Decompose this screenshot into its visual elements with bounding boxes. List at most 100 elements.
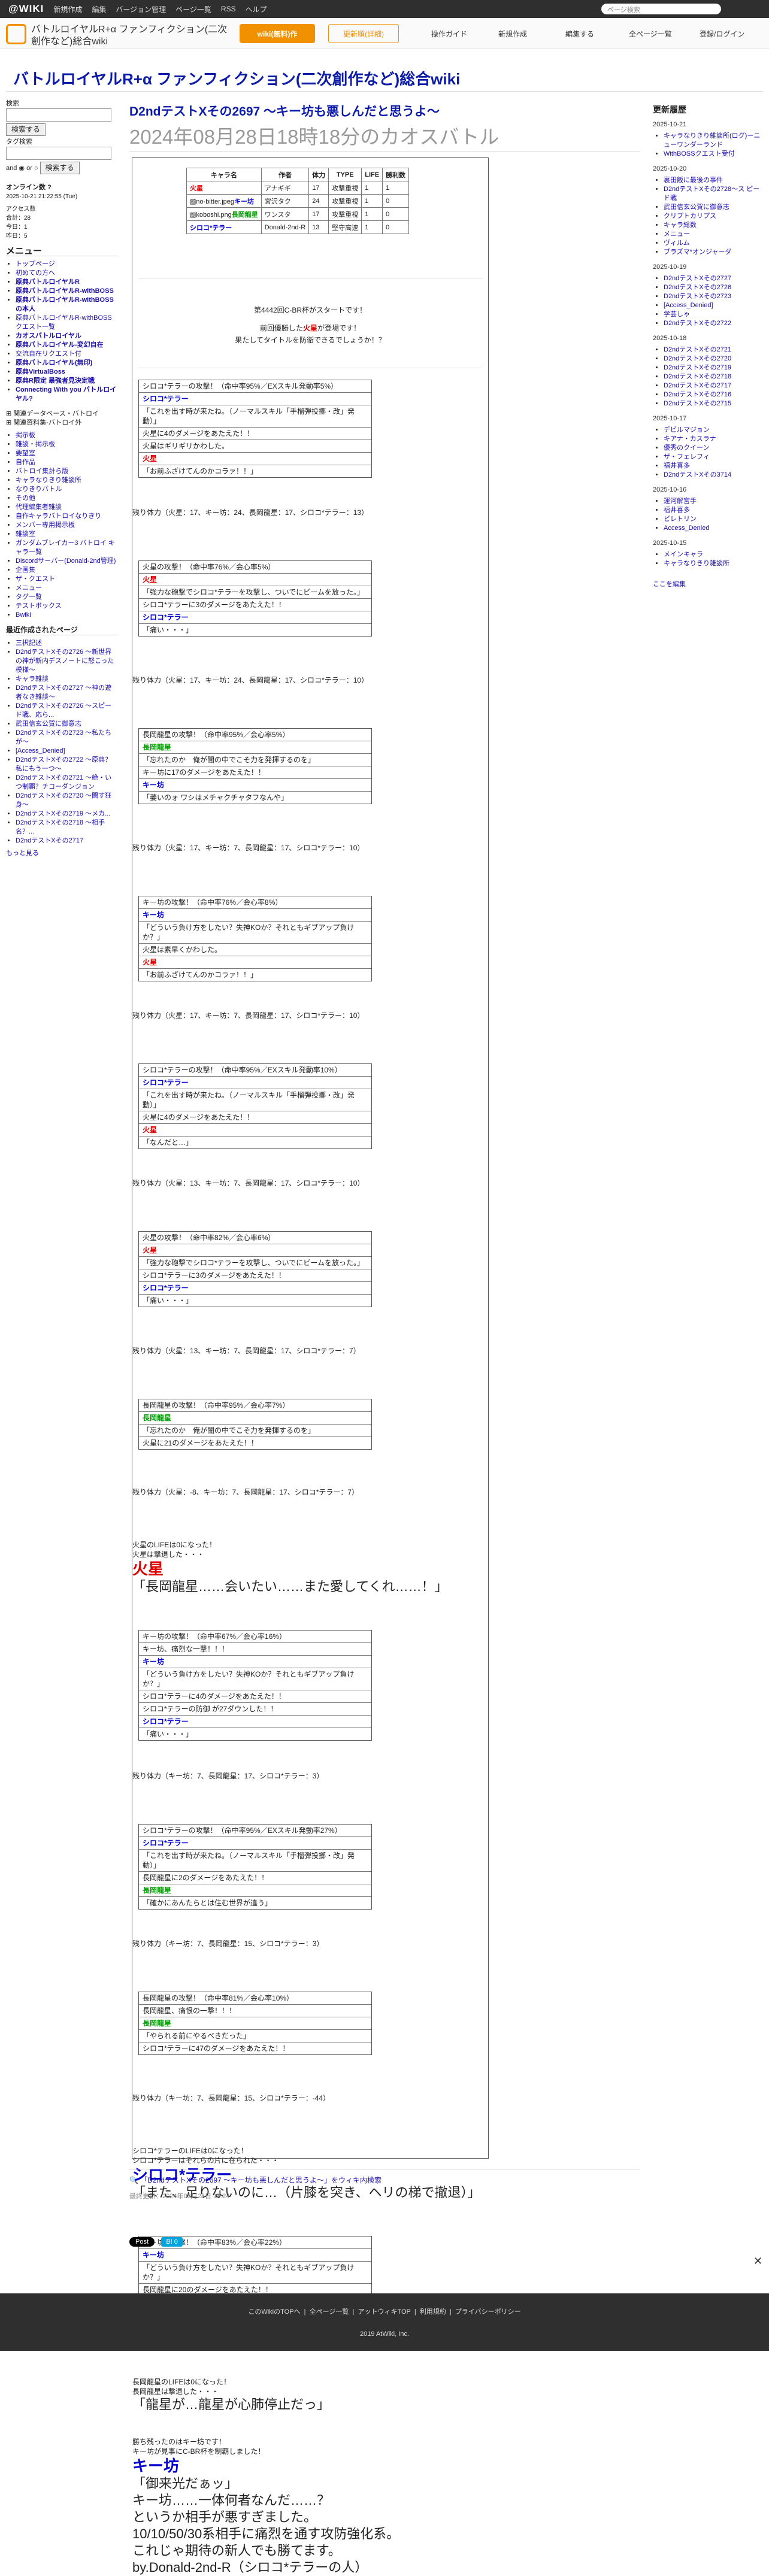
or-radio[interactable]: or [26, 165, 32, 172]
recent-link[interactable]: D2ndテストXその2723 〜私たちが〜 [16, 729, 111, 745]
menu-link[interactable]: 原典バトルロイヤルR-withBOSSクエスト一覧 [16, 314, 112, 331]
tree-link[interactable]: その他 [16, 495, 35, 502]
update-link[interactable]: D2ndテストXその2727 [664, 275, 731, 282]
update-link[interactable]: 運河解宮手 [664, 498, 697, 505]
menu-link[interactable]: 交流自在リクエスト付 [16, 350, 81, 357]
recent-link[interactable]: キャラ雑談 [16, 675, 49, 683]
update-link[interactable]: D2ndテストXその2723 [664, 293, 731, 300]
tag-search-button[interactable]: 検索する [40, 162, 80, 174]
update-link[interactable]: ヴィルム [664, 240, 690, 247]
update-link[interactable]: メインキャラ [664, 551, 703, 558]
update-link[interactable]: D2ndテストXその2728〜ス ピード戦 [664, 186, 759, 202]
recent-link[interactable]: D2ndテストXその2720 〜闘す狂身〜 [16, 792, 111, 808]
menu-link[interactable]: 原典バトルロイヤル-変幻自在 [16, 341, 104, 348]
menu-rss[interactable]: RSS [221, 5, 236, 13]
menu-link[interactable]: Connecting With you バトルロイヤル? [16, 386, 116, 402]
new-page-link[interactable]: 新規作成 [498, 29, 527, 39]
tree-link[interactable]: 自作品 [16, 459, 35, 466]
tree-link[interactable]: なりきりバトル [16, 486, 62, 493]
update-link[interactable]: D2ndテストXその2717 [664, 382, 731, 389]
recent-link[interactable]: D2ndテストXその2727 〜神の遊者なき雑談〜 [16, 684, 111, 701]
tree-link[interactable]: 要望室 [16, 450, 35, 457]
menu-link[interactable]: 原典VirtualBoss [16, 368, 65, 375]
tree-link[interactable]: テストボックス [16, 602, 62, 610]
recent-link[interactable]: D2ndテストXその2726 〜新世界の神が新内デスノートに怒こった模様〜 [16, 648, 114, 674]
menu-link[interactable]: 原典R限定 最強者見決定戦 [16, 377, 95, 384]
menu-link[interactable]: カオスバトルロイヤル [16, 332, 81, 340]
update-link[interactable]: 武田信玄公賀に御意志 [664, 204, 729, 211]
tree-link[interactable]: 自作キャラバトロイなりきり [16, 513, 101, 520]
menu-pages[interactable]: ページ一覧 [175, 4, 211, 14]
footer-link[interactable]: アットウィキTOP [358, 2308, 410, 2316]
tree-link[interactable]: タグ一覧 [16, 593, 42, 601]
menu-help[interactable]: ヘルプ [246, 4, 267, 14]
folder-docs[interactable]: ⊞ 関連資料集-バトロイ外 [6, 419, 117, 428]
atwiki-logo[interactable]: @WIKI [8, 3, 44, 15]
menu-link[interactable]: トップページ [16, 260, 55, 268]
recent-link[interactable]: 三択記述 [16, 640, 42, 647]
and-radio[interactable]: and [6, 165, 17, 172]
recent-link[interactable]: D2ndテストXその2717 [16, 837, 83, 844]
hatena-bookmark-button[interactable]: B! 0 [161, 2237, 183, 2247]
update-link[interactable]: キャラ総数 [664, 222, 697, 229]
menu-link[interactable]: 原典バトルロイヤルR-withBOSS [16, 287, 114, 295]
update-link[interactable]: デビルマジョン [664, 426, 710, 434]
update-link[interactable]: 裏田飯に最後の事件 [664, 177, 723, 184]
recent-link[interactable]: D2ndテストXその2726 〜スピード戦、応ら... [16, 702, 111, 719]
update-link[interactable]: ザ・フェレフィ [664, 453, 710, 460]
footer-link[interactable]: 全ページ一覧 [310, 2308, 349, 2316]
update-link[interactable]: ビレトリン [664, 516, 697, 523]
menu-link[interactable]: 初めての方へ [16, 269, 55, 277]
tree-link[interactable]: 雑談・掲示板 [16, 441, 55, 448]
update-link[interactable]: メニュー [664, 231, 690, 238]
update-link[interactable]: キャラなりきり雑談所(ログ)ーニューワンダーランド [664, 132, 760, 149]
menu-link[interactable]: 原典バトルロイヤルR [16, 278, 80, 286]
wiki-name[interactable]: バトルロイヤルR+α ファンフィクション(二次創作など)総合wiki [31, 24, 235, 48]
footer-link[interactable]: 利用規約 [420, 2308, 446, 2316]
update-link[interactable]: D2ndテストXその2726 [664, 284, 731, 291]
recent-link[interactable]: 武田信玄公賀に御意志 [16, 720, 81, 728]
footer-link[interactable]: プライバシーポリシー [455, 2308, 521, 2316]
update-link[interactable]: D2ndテストXその2721 [664, 346, 731, 353]
menu-new[interactable]: 新規作成 [53, 4, 82, 14]
folder-db[interactable]: ⊞ 関連データベース・バトロイ [6, 410, 117, 419]
close-icon[interactable]: ✕ [753, 2255, 762, 2268]
recent-link[interactable]: D2ndテストXその2722 〜原典？私にもう一つ〜 [16, 756, 111, 772]
update-link[interactable]: D2ndテストXその2719 [664, 364, 731, 371]
update-link[interactable]: キアナ・カスラナ [664, 435, 716, 443]
tree-link[interactable]: Bwiki [16, 611, 31, 619]
tree-link[interactable]: バトロイ集計ら版 [16, 468, 68, 475]
update-link[interactable]: 福井喜多 [664, 462, 690, 469]
search-button[interactable]: 検索する [6, 123, 46, 136]
recent-link[interactable]: D2ndテストXその2719 〜メカ... [16, 810, 110, 817]
update-link[interactable]: D2ndテストXその2716 [664, 391, 731, 398]
recent-link[interactable]: D2ndテストXその2721 〜絶・いつ制覇？チコーダンジョン [16, 774, 111, 790]
tag-search-input[interactable] [6, 147, 111, 160]
tree-link[interactable]: キャラなりきり雑談所 [16, 477, 81, 484]
update-link[interactable]: D2ndテストXその2715 [664, 400, 731, 407]
edit-link[interactable]: 編集する [565, 29, 594, 39]
guide-link[interactable]: 操作ガイド [431, 29, 467, 39]
update-link[interactable]: D2ndテストXその3714 [664, 471, 731, 478]
recent-updates-button[interactable]: 更新順(詳細) [328, 24, 399, 43]
tree-link[interactable]: Discordサーバー(Donald-2nd管理) [16, 557, 116, 565]
all-pages-link[interactable]: 全ページ一覧 [629, 29, 672, 39]
menu-link[interactable]: 原典バトルロイヤル(無印) [16, 359, 92, 366]
edit-here-link[interactable]: ここを編集 [653, 581, 686, 588]
update-link[interactable]: D2ndテストXその2720 [664, 355, 731, 362]
update-link[interactable]: キャラなりきり雑談所 [664, 560, 729, 567]
update-link[interactable]: クリプトカリプス [664, 213, 716, 220]
update-link[interactable]: 学芸しゃ [664, 311, 690, 318]
update-link[interactable]: 優秀のクイーン [664, 444, 709, 451]
search-input[interactable] [6, 108, 111, 122]
tree-link[interactable]: 雑談室 [16, 531, 35, 538]
tree-link[interactable]: メニュー [16, 584, 42, 592]
tree-link[interactable]: 代理編集者雑談 [16, 504, 62, 511]
menu-link[interactable]: 原典バトルロイヤルR-withBOSSの本人 [16, 296, 114, 313]
update-link[interactable]: D2ndテストXその2722 [664, 320, 731, 327]
tree-link[interactable]: ガンダムブレイカー3 バトロイ キャラ一覧 [16, 540, 115, 556]
x-post-button[interactable]: Post [129, 2237, 155, 2247]
tree-link[interactable]: 企画集 [16, 566, 35, 574]
menu-edit[interactable]: 編集 [92, 4, 106, 14]
update-link[interactable]: 福井喜多 [664, 507, 690, 514]
